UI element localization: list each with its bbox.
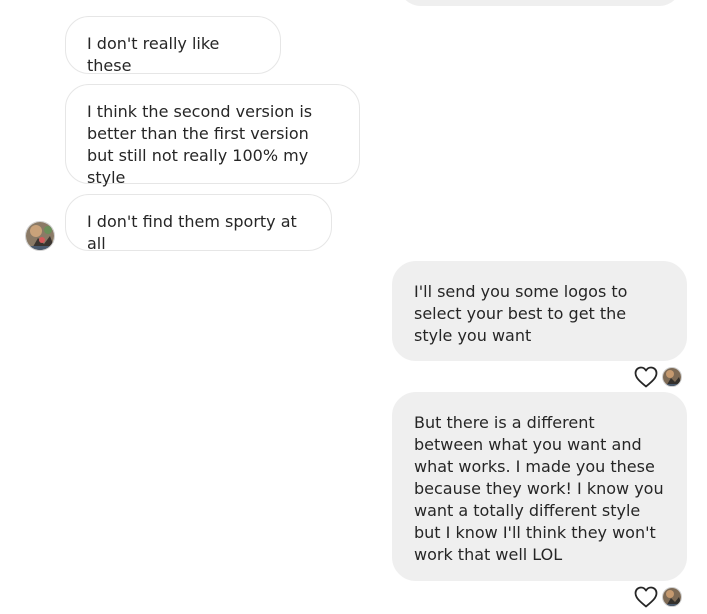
like-heart-icon[interactable]	[634, 366, 658, 388]
message-text: I think the second version is better tha…	[87, 102, 313, 187]
liker-avatar[interactable]	[662, 367, 682, 387]
avatar-image	[663, 588, 681, 606]
message-text: I don't really like these	[87, 34, 220, 75]
avatar-image	[26, 222, 54, 250]
incoming-message-1[interactable]: I don't really like these	[65, 16, 281, 75]
previous-message-bubble-fragment	[398, 0, 682, 6]
outgoing-message-1[interactable]: I'll send you some logos to select your …	[392, 261, 687, 361]
message-text: But there is a different between what yo…	[414, 413, 664, 564]
message-text: I don't find them sporty at all	[87, 212, 297, 253]
liker-avatar[interactable]	[662, 587, 682, 607]
avatar-image	[663, 368, 681, 386]
incoming-message-3[interactable]: I don't find them sporty at all	[65, 194, 332, 253]
outgoing-message-2[interactable]: But there is a different between what yo…	[392, 392, 687, 581]
sender-avatar[interactable]	[25, 221, 55, 251]
incoming-message-2[interactable]: I think the second version is better tha…	[65, 84, 360, 187]
message-text: I'll send you some logos to select your …	[414, 282, 628, 345]
like-heart-icon[interactable]	[634, 586, 658, 608]
